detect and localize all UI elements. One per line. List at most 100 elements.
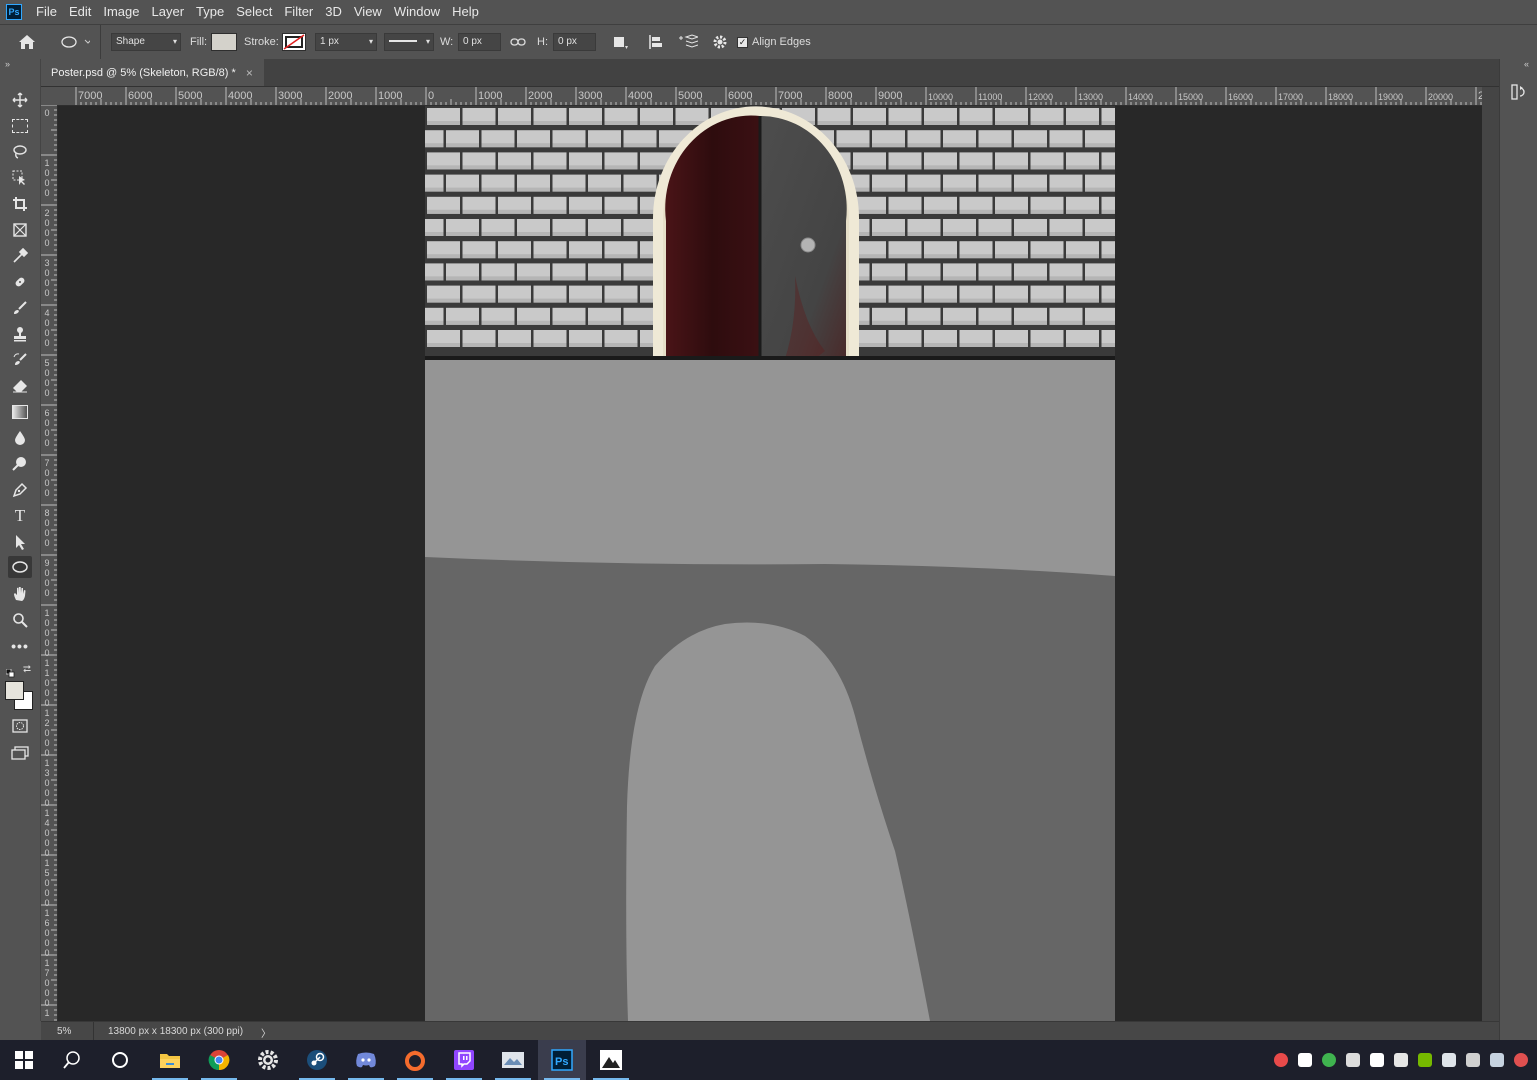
screen-mode-icon[interactable] — [8, 742, 32, 764]
pen-tool-icon[interactable] — [8, 479, 32, 501]
document-canvas[interactable] — [425, 106, 1115, 1021]
foreground-color-swatch[interactable] — [5, 681, 24, 700]
blur-tool-icon[interactable] — [8, 427, 32, 449]
width-input[interactable]: 0 px — [458, 25, 501, 59]
vertical-ruler[interactable]: 0 1000 2000 3000 4000 5000 6000 7000 8000 9000 100… — [41, 105, 58, 1021]
windows-start-icon[interactable] — [0, 1040, 48, 1080]
search-icon[interactable] — [48, 1040, 96, 1080]
stroke-type-select[interactable]: ▾ — [384, 25, 434, 59]
ellipse-tool-icon[interactable] — [8, 556, 32, 578]
photoshop-taskbar-icon[interactable]: Ps — [538, 1040, 586, 1080]
swap-colors-icon[interactable]: ⮂ — [23, 664, 31, 675]
more-tools-icon[interactable]: ••• — [8, 635, 32, 657]
tray-twitch-icon[interactable] — [1370, 1053, 1384, 1067]
gear-icon[interactable] — [712, 25, 728, 59]
zoom-tool-icon[interactable] — [8, 609, 32, 631]
menu-file[interactable]: File — [30, 0, 63, 24]
document-tab[interactable]: Poster.psd @ 5% (Skeleton, RGB/8) * × — [41, 59, 264, 86]
horizontal-ruler[interactable]: 7000 6000 5000 4000 3000 2000 1000 0 1000 2000 300… — [57, 87, 1482, 106]
brick-shadow — [888, 254, 922, 259]
tray-nvidia-icon[interactable] — [1418, 1053, 1432, 1067]
brick-shadow — [446, 320, 479, 325]
file-explorer-icon[interactable] — [146, 1040, 194, 1080]
brick-shadow — [604, 121, 638, 125]
tray-app-icon[interactable] — [1274, 1053, 1288, 1067]
tray-steam-icon[interactable] — [1490, 1053, 1504, 1067]
height-input[interactable]: 0 px — [553, 25, 596, 59]
eraser-tool-icon[interactable] — [8, 375, 32, 397]
path-arrangement-icon[interactable] — [678, 25, 698, 59]
cortana-icon[interactable] — [96, 1040, 144, 1080]
settings-icon[interactable] — [244, 1040, 292, 1080]
type-tool-icon[interactable]: T — [8, 505, 32, 527]
ruler-label: 6000 — [728, 90, 753, 102]
history-brush-tool-icon[interactable] — [8, 349, 32, 371]
ruler-origin[interactable] — [41, 87, 57, 105]
menu-select[interactable]: Select — [230, 0, 278, 24]
tray-shield-icon[interactable] — [1298, 1053, 1312, 1067]
align-edges-checkbox[interactable]: ✓ Align Edges — [737, 25, 811, 59]
brush-tool-icon[interactable] — [8, 297, 32, 319]
path-selection-tool-icon[interactable] — [8, 531, 32, 553]
brick-shadow — [959, 209, 993, 214]
tray-app4-icon[interactable] — [1466, 1053, 1480, 1067]
path-alignment-icon[interactable] — [648, 25, 664, 59]
spot-healing-brush-icon[interactable] — [8, 271, 32, 293]
menu-image[interactable]: Image — [97, 0, 145, 24]
brick-shadow — [907, 187, 941, 192]
status-menu-arrow-icon[interactable]: 〉 — [261, 1025, 271, 1040]
origin-icon[interactable] — [391, 1040, 439, 1080]
eyedropper-tool-icon[interactable] — [8, 245, 32, 267]
frame-tool-icon[interactable] — [8, 219, 32, 241]
tray-utorrent-icon[interactable] — [1322, 1053, 1336, 1067]
fill-swatch[interactable] — [211, 25, 237, 59]
vertical-scrollbar[interactable] — [1482, 87, 1499, 1021]
tray-app5-icon[interactable] — [1514, 1053, 1528, 1067]
clone-stamp-tool-icon[interactable] — [8, 323, 32, 345]
tray-app3-icon[interactable] — [1442, 1053, 1456, 1067]
image-viewer-icon[interactable] — [587, 1040, 635, 1080]
menu-filter[interactable]: Filter — [278, 0, 319, 24]
tray-discord-icon[interactable] — [1346, 1053, 1360, 1067]
home-icon[interactable] — [18, 25, 36, 59]
object-selection-tool-icon[interactable] — [8, 167, 32, 189]
path-operations-icon[interactable]: ▾ — [614, 25, 628, 59]
dodge-tool-icon[interactable] — [8, 453, 32, 475]
stroke-width-field[interactable]: 1 px ▾ — [315, 25, 377, 59]
gradient-tool-icon[interactable] — [8, 401, 32, 423]
chrome-icon[interactable] — [195, 1040, 243, 1080]
shape-mode-select[interactable]: Shape ▾ — [111, 25, 181, 59]
brick-shadow — [462, 298, 496, 303]
checkmark-icon: ✓ — [737, 36, 748, 48]
menu-view[interactable]: View — [348, 0, 388, 24]
hand-tool-icon[interactable] — [8, 583, 32, 605]
menu-edit[interactable]: Edit — [63, 0, 97, 24]
menu-type[interactable]: Type — [190, 0, 230, 24]
ruler-label: 17000 — [44, 958, 50, 1008]
brick-shadow — [498, 254, 531, 259]
history-panel-icon[interactable] — [1511, 83, 1527, 106]
brick-shadow — [498, 209, 531, 214]
twitch-icon[interactable] — [440, 1040, 488, 1080]
tool-preset-picker[interactable] — [52, 25, 101, 59]
status-bar: 5% 13800 px x 18300 px (300 ppi) 〉 — [41, 1021, 1499, 1042]
photos-app-icon[interactable] — [489, 1040, 537, 1080]
quick-mask-icon[interactable] — [8, 715, 32, 737]
move-tool-icon[interactable] — [8, 89, 32, 111]
tray-app2-icon[interactable] — [1394, 1053, 1408, 1067]
menu-layer[interactable]: Layer — [146, 0, 191, 24]
discord-icon[interactable] — [342, 1040, 390, 1080]
rectangular-marquee-tool-icon[interactable] — [8, 115, 32, 137]
lasso-tool-icon[interactable] — [8, 141, 32, 163]
menu-3d[interactable]: 3D — [319, 0, 348, 24]
collapse-toolbar-icon[interactable]: » — [5, 59, 10, 69]
menu-help[interactable]: Help — [446, 0, 485, 24]
menu-window[interactable]: Window — [388, 0, 446, 24]
crop-tool-icon[interactable] — [8, 193, 32, 215]
collapse-panels-icon[interactable]: « — [1524, 59, 1529, 69]
close-tab-icon[interactable]: × — [246, 66, 253, 80]
steam-icon[interactable] — [293, 1040, 341, 1080]
link-icon[interactable] — [510, 25, 526, 59]
stroke-swatch[interactable] — [282, 25, 306, 59]
zoom-level[interactable]: 5% — [57, 1026, 71, 1037]
